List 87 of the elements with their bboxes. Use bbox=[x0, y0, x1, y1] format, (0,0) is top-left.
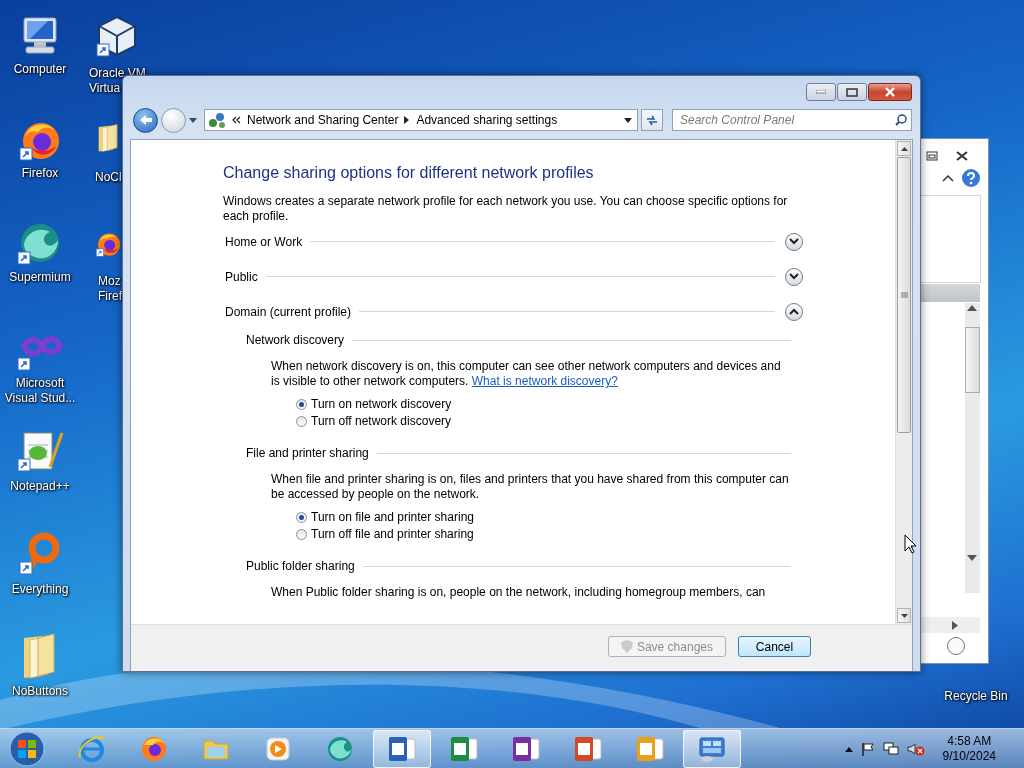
section-title: File and printer sharing bbox=[246, 446, 369, 460]
scroll-down-icon[interactable] bbox=[967, 555, 977, 561]
radio-button[interactable] bbox=[296, 415, 307, 427]
scroll-up-icon[interactable] bbox=[967, 305, 977, 311]
network-icon[interactable] bbox=[882, 742, 899, 756]
option-label[interactable]: Turn on network discovery bbox=[311, 397, 452, 411]
option-label[interactable]: Turn on file and printer sharing bbox=[311, 510, 474, 524]
firefox-icon[interactable] bbox=[139, 735, 169, 763]
chevron-down-icon bbox=[789, 273, 799, 280]
radio-button[interactable] bbox=[296, 511, 307, 523]
scroll-down-icon[interactable] bbox=[900, 613, 908, 618]
chevron-up-icon[interactable] bbox=[942, 174, 954, 182]
close-icon[interactable] bbox=[956, 151, 968, 161]
taskbar-button[interactable] bbox=[373, 730, 431, 768]
taskbar-button[interactable] bbox=[683, 730, 741, 768]
maximize-button[interactable] bbox=[837, 83, 867, 101]
network-icon bbox=[208, 112, 226, 128]
icon-label[interactable]: Supermium bbox=[9, 270, 71, 285]
breadcrumb-item[interactable]: Advanced sharing settings bbox=[416, 113, 558, 127]
chevron-up-icon bbox=[789, 308, 799, 315]
clock-time[interactable]: 4:58 AM bbox=[947, 734, 992, 749]
icon-label[interactable]: Moz Firef bbox=[98, 274, 122, 304]
intro-text: Windows creates a separate network profile for each network you use. You can choose specific options for each profile. bbox=[223, 194, 789, 224]
section-description: When file and printer sharing is on, files and printers that you have shared from this computer can be accessed by people on the network. bbox=[271, 472, 790, 502]
chevrons-left-icon bbox=[232, 116, 241, 124]
scroll-up-icon[interactable] bbox=[900, 146, 908, 151]
windows-logo-icon bbox=[9, 731, 45, 767]
option-label[interactable]: Turn off file and printer sharing bbox=[311, 527, 474, 541]
play-icon[interactable] bbox=[263, 735, 293, 763]
icon-label[interactable]: Computer bbox=[13, 62, 67, 77]
maximize-icon bbox=[846, 87, 858, 97]
control-panel-icon[interactable] bbox=[697, 735, 727, 763]
restore-icon[interactable] bbox=[926, 151, 938, 161]
close-button[interactable] bbox=[868, 83, 912, 101]
close-icon bbox=[884, 87, 896, 97]
radio-button[interactable] bbox=[296, 398, 307, 410]
profile-title[interactable]: Home or Work bbox=[225, 234, 303, 249]
section-description: When Public folder sharing is on, people on the network, including homegroup members, can bbox=[271, 585, 767, 600]
help-icon[interactable] bbox=[962, 169, 980, 187]
icon-label[interactable]: NoCl bbox=[95, 170, 122, 185]
scroll-right-icon[interactable] bbox=[952, 621, 958, 630]
chevron-up-icon[interactable] bbox=[844, 746, 853, 752]
scroll-thumb[interactable] bbox=[897, 157, 911, 433]
option-label[interactable]: Turn off network discovery bbox=[311, 414, 452, 428]
magnifier-icon bbox=[18, 530, 62, 578]
zoom-in-button[interactable] bbox=[947, 637, 965, 655]
cube-icon bbox=[95, 14, 139, 58]
arrow-left-icon bbox=[138, 114, 153, 126]
section-title: Public folder sharing bbox=[246, 559, 355, 573]
minimize-button[interactable] bbox=[806, 83, 836, 101]
breadcrumb-item[interactable]: Network and Sharing Center bbox=[247, 113, 399, 127]
expand-button[interactable] bbox=[785, 232, 803, 251]
flag-icon[interactable] bbox=[860, 742, 875, 756]
page-heading: Change sharing options for different network profiles bbox=[223, 164, 595, 182]
icon-label[interactable]: Notepad++ bbox=[10, 479, 70, 494]
radio-button[interactable] bbox=[296, 528, 307, 540]
refresh-button[interactable] bbox=[641, 109, 663, 131]
scrollbar[interactable] bbox=[965, 303, 980, 593]
icon-label[interactable]: Firefox bbox=[21, 166, 59, 181]
search-icon bbox=[895, 114, 907, 126]
horizontal-scrollbar[interactable] bbox=[920, 617, 980, 633]
refresh-icon bbox=[645, 114, 659, 126]
profile-title[interactable]: Public bbox=[225, 269, 258, 284]
section-description: When network discovery is on, this computer can see other network computers and devices and is visible to other network computers. What is network discovery? bbox=[271, 359, 782, 389]
muted-speaker-icon[interactable] bbox=[906, 742, 925, 756]
toolbar bbox=[920, 284, 980, 302]
shield-icon bbox=[620, 640, 633, 653]
search-field[interactable]: Search Control Panel bbox=[672, 109, 912, 131]
help-link[interactable]: What is network discovery? bbox=[471, 374, 618, 388]
scroll-thumb[interactable] bbox=[965, 327, 980, 393]
icon-label[interactable]: Microsoft Visual Stud... bbox=[4, 376, 76, 406]
clock-date[interactable]: 9/10/2024 bbox=[942, 749, 996, 764]
scrollbar[interactable] bbox=[895, 140, 912, 624]
start-button[interactable] bbox=[7, 731, 47, 767]
profile-title[interactable]: Domain (current profile) bbox=[225, 304, 352, 319]
dropdown-arrow-icon[interactable] bbox=[624, 117, 632, 123]
minimize-icon bbox=[816, 90, 826, 94]
section-title: Network discovery bbox=[246, 333, 345, 347]
chevron-down-icon bbox=[789, 238, 799, 245]
address-bar[interactable]: Network and Sharing Center Advanced sharing settings bbox=[204, 109, 638, 131]
collapse-button[interactable] bbox=[785, 302, 803, 321]
caret-icon[interactable] bbox=[189, 117, 197, 123]
expand-button[interactable] bbox=[785, 267, 803, 286]
breadcrumb-arrow-icon[interactable] bbox=[404, 116, 411, 124]
cancel-button[interactable]: Cancel bbox=[738, 636, 811, 657]
icon-label[interactable]: Recycle Bin bbox=[944, 689, 1008, 704]
back-button[interactable] bbox=[133, 107, 158, 133]
